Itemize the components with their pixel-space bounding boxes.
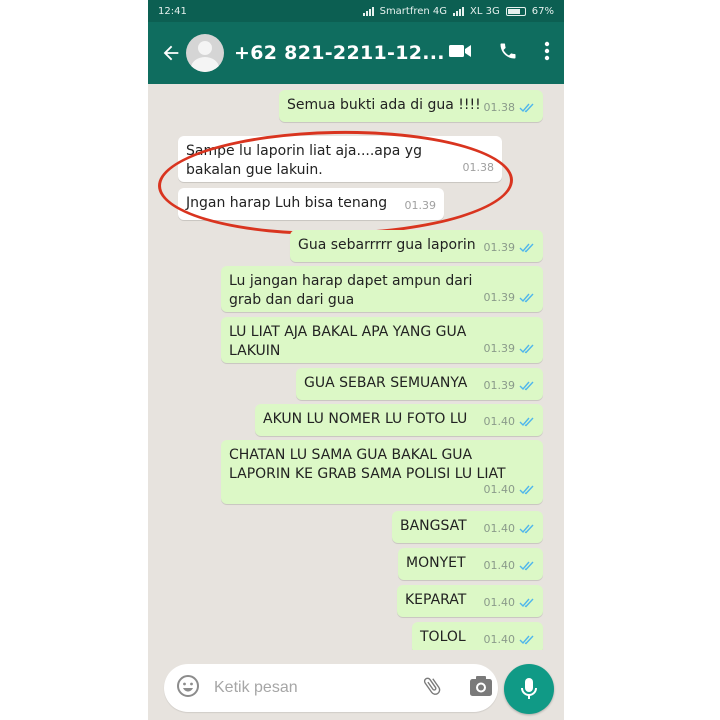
double-check-icon — [519, 381, 534, 390]
double-check-icon — [519, 243, 534, 252]
emoji-icon[interactable] — [176, 674, 200, 702]
message-time: 01.40 — [483, 633, 516, 646]
message-meta: 01.38 — [484, 98, 536, 117]
double-check-icon — [519, 344, 534, 353]
message-time: 01.40 — [483, 596, 516, 609]
chat-area[interactable]: Semua bukti ada di gua !!!! 01.38 Sampe … — [148, 84, 564, 654]
avatar[interactable] — [186, 34, 224, 72]
message-meta: 01.40 — [484, 630, 536, 649]
header-actions — [448, 41, 554, 65]
status-time: 12:41 — [158, 5, 187, 17]
message-meta: 01.40 — [484, 556, 536, 575]
more-vert-icon[interactable] — [544, 41, 550, 65]
message-meta: 01.39 — [484, 376, 536, 395]
message-bubble[interactable]: BANGSAT 01.40 — [392, 511, 543, 543]
message-bubble[interactable]: LU LIAT AJA BAKAL APA YANG GUA LAKUIN 01… — [221, 317, 543, 363]
phone-icon[interactable] — [498, 41, 518, 65]
message-time: 01.39 — [483, 241, 516, 254]
message-time: 01.40 — [483, 522, 516, 535]
message-meta: 01.40 — [484, 480, 536, 499]
message-meta: 01.39 — [484, 288, 536, 307]
video-call-icon[interactable] — [448, 42, 472, 64]
double-check-icon — [519, 561, 534, 570]
message-bubble[interactable]: Semua bukti ada di gua !!!! 01.38 — [279, 90, 543, 122]
message-time: 01.40 — [483, 559, 516, 572]
message-bubble[interactable]: KEPARAT 01.40 — [397, 585, 543, 617]
mic-icon — [521, 678, 537, 699]
message-meta: 01.40 — [484, 519, 536, 538]
contact-name[interactable]: +62 821-2211-12... — [234, 42, 445, 64]
double-check-icon — [519, 293, 534, 302]
message-meta: 01.40 — [484, 412, 536, 431]
input-bar — [148, 650, 564, 720]
arrow-left-icon[interactable] — [158, 40, 184, 66]
message-bubble[interactable]: Gua sebarrrrr gua laporin 01.39 — [290, 230, 543, 262]
status-bar: 12:41 Smartfren 4G XL 3G 67% — [148, 0, 564, 22]
chat-header: +62 821-2211-12... — [148, 22, 564, 84]
signal-icon — [362, 6, 374, 16]
double-check-icon — [519, 598, 534, 607]
message-time: 01.40 — [483, 415, 516, 428]
double-check-icon — [519, 103, 534, 112]
camera-icon[interactable] — [469, 675, 493, 701]
mic-button[interactable] — [504, 664, 554, 714]
phone-screen: 12:41 Smartfren 4G XL 3G 67% +62 821-221… — [148, 0, 564, 720]
double-check-icon — [519, 524, 534, 533]
message-time: 01.40 — [483, 483, 516, 496]
double-check-icon — [519, 485, 534, 494]
status-indicators: Smartfren 4G XL 3G 67% — [362, 5, 554, 17]
signal-icon — [453, 6, 465, 16]
double-check-icon — [519, 635, 534, 644]
battery-icon — [505, 6, 526, 16]
message-input-container — [164, 664, 498, 712]
message-bubble[interactable]: MONYET 01.40 — [398, 548, 543, 580]
double-check-icon — [519, 417, 534, 426]
message-time: 01.39 — [483, 379, 516, 392]
message-time: 01.38 — [483, 101, 516, 114]
message-bubble[interactable]: GUA SEBAR SEMUANYA 01.39 — [296, 368, 543, 400]
input-actions — [421, 675, 493, 701]
message-meta: 01.39 — [484, 339, 536, 358]
carrier-1: Smartfren 4G — [379, 5, 448, 17]
message-bubble[interactable]: CHATAN LU SAMA GUA BAKAL GUA LAPORIN KE … — [221, 440, 543, 504]
battery-level: 67% — [531, 5, 554, 17]
message-bubble[interactable]: AKUN LU NOMER LU FOTO LU 01.40 — [255, 404, 543, 436]
message-bubble[interactable]: Lu jangan harap dapet ampun dari grab da… — [221, 266, 543, 312]
message-time: 01.39 — [483, 342, 516, 355]
message-meta: 01.40 — [484, 593, 536, 612]
paperclip-icon[interactable] — [421, 675, 443, 701]
message-time: 01.39 — [483, 291, 516, 304]
message-meta: 01.39 — [484, 238, 536, 257]
message-input[interactable] — [214, 679, 421, 697]
carrier-2: XL 3G — [470, 5, 500, 17]
